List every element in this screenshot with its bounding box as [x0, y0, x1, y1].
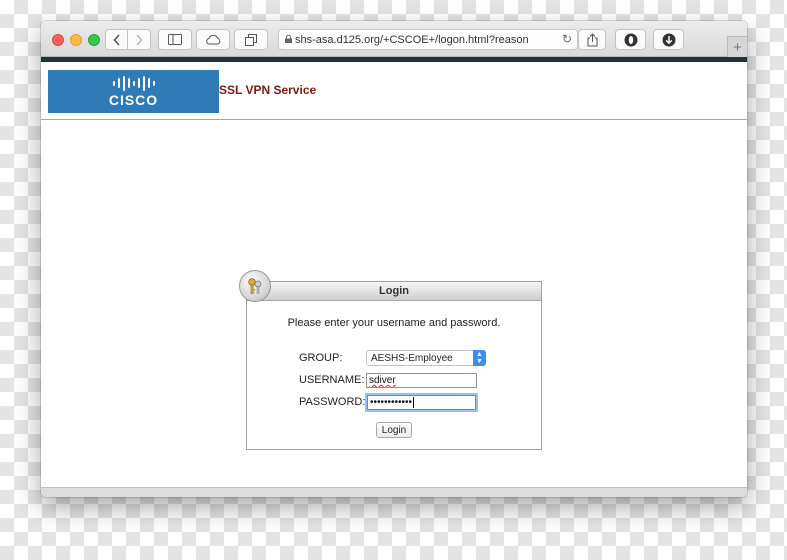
login-panel-title: Login: [247, 282, 541, 301]
back-icon: [112, 33, 120, 46]
header-divider: [41, 119, 747, 120]
download-icon: [662, 33, 675, 46]
navigation-buttons: [105, 29, 151, 50]
downloads-button[interactable]: [653, 29, 684, 50]
minimize-window-button[interactable]: [70, 34, 82, 46]
text-cursor: [413, 397, 415, 408]
keys-icon: [239, 270, 271, 302]
privacy-extension-button[interactable]: [615, 29, 646, 50]
reload-icon[interactable]: ↻: [562, 32, 572, 46]
group-selected-value: AESHS-Employee: [371, 352, 453, 364]
password-field[interactable]: ••••••••••••: [367, 395, 476, 410]
tabs-overview-button[interactable]: [234, 29, 268, 50]
cloud-icon: [206, 34, 221, 44]
url-text: shs-asa.d125.org/+CSCOE+/logon.html?reas…: [295, 33, 529, 46]
username-value: sdiver: [369, 375, 396, 386]
username-label: USERNAME:: [299, 374, 365, 386]
zoom-window-button[interactable]: [88, 34, 100, 46]
privacy-icon: [624, 33, 637, 46]
status-bar: [41, 487, 747, 497]
forward-icon: [136, 33, 143, 46]
forward-button[interactable]: [128, 29, 151, 50]
group-label: GROUP:: [299, 352, 343, 364]
login-button[interactable]: Login: [376, 422, 412, 438]
share-button[interactable]: [578, 29, 606, 50]
address-bar[interactable]: shs-asa.d125.org/+CSCOE+/logon.html?reas…: [278, 29, 578, 50]
cisco-bars-icon: [112, 75, 155, 91]
close-window-button[interactable]: [52, 34, 64, 46]
cisco-logo: CISCO: [48, 70, 219, 113]
login-panel: Login Please enter your username and pas…: [239, 270, 542, 450]
sidebar-button[interactable]: [158, 29, 192, 50]
password-label: PASSWORD:: [299, 396, 366, 408]
lock-icon: [285, 35, 292, 43]
browser-toolbar: shs-asa.d125.org/+CSCOE+/logon.html?reas…: [41, 21, 747, 57]
chevron-updown-icon: ▲ ▼: [473, 350, 486, 366]
cisco-logo-text: CISCO: [108, 92, 159, 108]
tabs-overview-icon: [245, 33, 257, 46]
new-tab-button[interactable]: +: [727, 36, 747, 57]
share-icon: [587, 32, 597, 46]
back-button[interactable]: [105, 29, 128, 50]
page-content: CISCO SSL VPN Service Login Please enter…: [41, 62, 747, 487]
username-field[interactable]: sdiver: [366, 373, 477, 388]
browser-window: shs-asa.d125.org/+CSCOE+/logon.html?reas…: [41, 21, 747, 497]
group-select[interactable]: AESHS-Employee ▲ ▼: [366, 350, 486, 366]
page-title: SSL VPN Service: [219, 83, 317, 97]
login-instructions: Please enter your username and password.: [287, 317, 501, 329]
icloud-tabs-button[interactable]: [196, 29, 230, 50]
sidebar-icon: [168, 34, 182, 45]
password-mask: ••••••••••••: [370, 397, 413, 408]
